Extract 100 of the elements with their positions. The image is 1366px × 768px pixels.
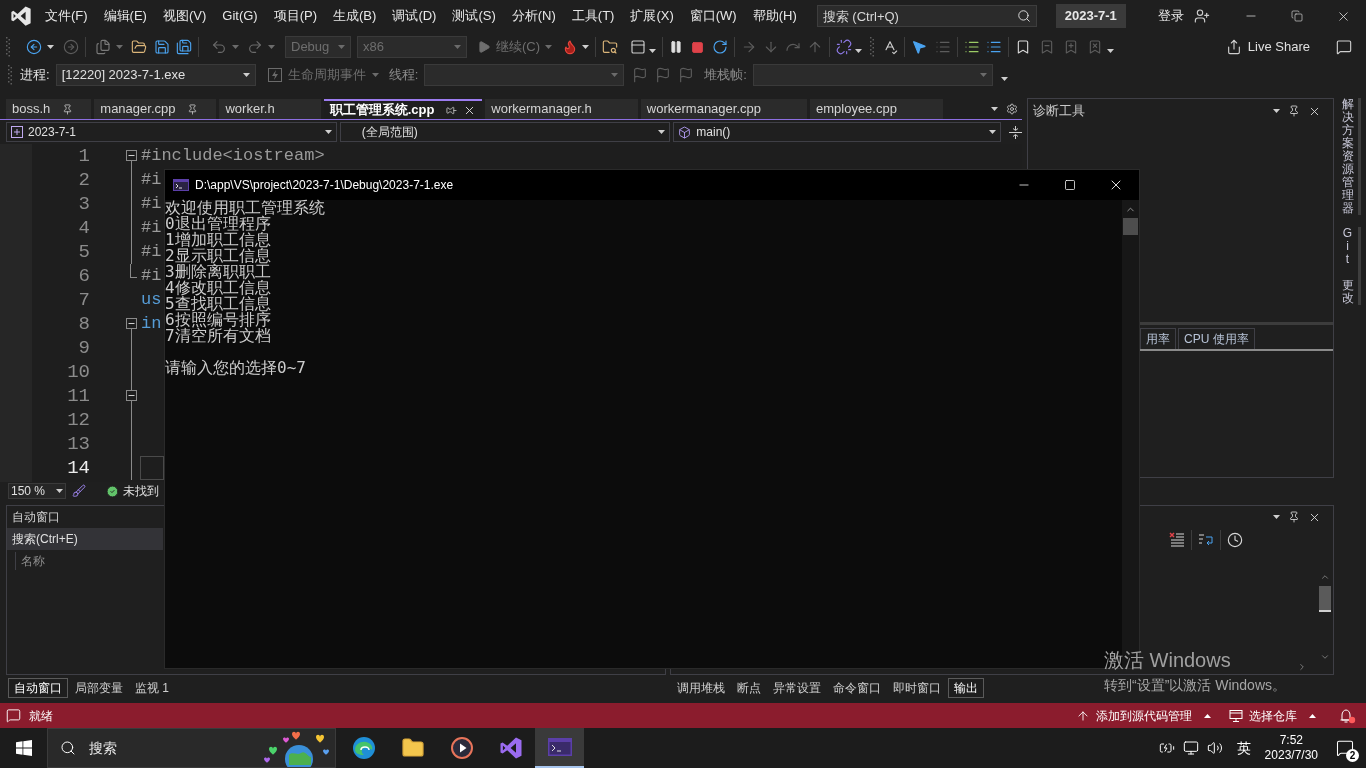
lightning-box-icon[interactable] [267,68,282,82]
document-tab[interactable]: boss.h [6,99,92,119]
word-wrap-icon[interactable] [1198,532,1214,548]
maximize-icon[interactable] [1064,179,1076,191]
folder-search-icon[interactable] [602,39,619,55]
process-dropdown[interactable]: [12220] 2023-7-1.exe [55,64,256,86]
pin-icon[interactable] [446,104,458,116]
source-control-button[interactable]: 添加到源代码管理 [1076,706,1211,725]
speech-bubble-icon[interactable] [1336,39,1352,55]
chevron-up-icon[interactable] [1320,572,1330,582]
clock-time[interactable]: 7:52 [1279,733,1303,748]
caret-icon[interactable] [989,130,996,134]
panel-tab[interactable]: 调用堆栈 [672,678,730,698]
grip-icon[interactable] [8,65,12,85]
monitor-icon[interactable] [1182,740,1199,756]
caret-icon[interactable] [582,45,590,49]
list-x-icon[interactable] [1169,532,1185,548]
search-icon[interactable] [60,740,76,756]
cube-icon[interactable] [678,125,692,139]
document-tab[interactable]: worker.h [219,99,321,119]
letter-check-icon[interactable] [882,39,899,55]
minus-box-icon[interactable] [125,318,137,329]
sign-in-button[interactable]: 登录 [1157,6,1184,26]
brush-icon[interactable] [72,484,86,498]
pin-icon[interactable] [187,103,199,115]
circle-arrow-left-icon[interactable] [26,39,42,55]
repository-button[interactable]: 选择仓库 [1229,706,1316,725]
menu-item[interactable]: 窗口(W) [681,3,745,29]
panel-tab[interactable]: 自动窗口 [8,678,68,698]
open-folder-icon[interactable] [131,39,147,55]
scope-dropdown[interactable]: (全局范围) [339,122,671,142]
settings-icon[interactable] [1006,103,1018,115]
flag-icon[interactable] [655,67,672,83]
taskbar-button[interactable] [535,728,584,768]
zoom-dropdown[interactable]: 150 % [8,483,66,499]
menu-item[interactable]: 工具(T) [563,3,623,29]
logo-icon[interactable] [10,5,32,27]
caret-icon[interactable] [1000,77,1008,81]
caret-icon[interactable] [855,49,863,53]
document-tab[interactable]: employee.cpp [810,99,943,119]
share-icon[interactable] [1225,39,1242,55]
broken-link-icon[interactable] [836,39,853,55]
flag-icon[interactable] [632,67,649,83]
caret-icon[interactable] [56,489,63,493]
panel-tab[interactable]: 输出 [948,678,984,698]
scrollbar-thumb[interactable] [1319,586,1331,612]
document-tab[interactable]: manager.cpp [94,99,217,119]
curved-arrow-left-icon[interactable] [211,39,227,55]
menu-item[interactable]: 扩展(X) [622,3,682,29]
caret-up-icon[interactable] [1309,713,1316,718]
caret-icon[interactable] [658,130,666,134]
pin-icon[interactable] [1288,511,1300,523]
side-tab[interactable]: Git 更改 [1341,227,1361,305]
document-tab[interactable]: 职工管理系统.cpp [323,99,483,119]
arrow-up-icon[interactable] [1076,708,1090,723]
menu-item[interactable]: 文件(F) [37,3,96,29]
project-dropdown[interactable]: 2023-7-1 [6,122,337,142]
pin-icon[interactable] [62,103,74,115]
restore-icon[interactable] [1291,10,1303,22]
input-method-indicator[interactable]: 英 [1236,737,1251,759]
person-plus-icon[interactable] [1193,8,1210,24]
taskbar-search-field[interactable]: 搜索 [47,728,336,768]
menu-item[interactable]: Git(G) [214,3,266,29]
bell-icon[interactable] [1338,707,1356,724]
documents-icon[interactable] [95,39,111,55]
column-header[interactable]: 名称 [15,552,45,570]
panel-tab[interactable]: 局部变量 [70,678,128,698]
live-share-button[interactable]: Live Share [1225,37,1310,57]
square-icon[interactable] [691,40,705,54]
clock-icon[interactable] [1227,532,1243,548]
caret-icon[interactable] [1273,515,1280,519]
pointer-icon[interactable] [911,39,928,55]
menu-item[interactable]: 帮助(H) [744,3,805,29]
caret-icon[interactable] [649,49,657,53]
grip-icon[interactable] [6,37,10,57]
curved-arrow-right-icon[interactable] [247,39,263,55]
circular-arrow-icon[interactable] [712,39,729,55]
menu-item[interactable]: 测试(S) [444,3,504,29]
search-field[interactable]: 搜索(Ctrl+E) [7,528,163,550]
clock-date[interactable]: 2023/7/30 [1264,748,1318,763]
window-icon[interactable] [630,39,647,55]
caret-icon[interactable] [1107,49,1115,53]
check-icon[interactable] [106,484,119,498]
caret-icon[interactable] [991,107,998,111]
menu-item[interactable]: 编辑(E) [95,3,155,29]
battery-icon[interactable] [1158,740,1175,756]
chevron-down-icon[interactable] [1320,652,1330,662]
caret-icon[interactable] [242,73,250,77]
split-icon[interactable] [1009,125,1022,139]
menu-item[interactable]: 项目(P) [265,3,326,29]
play-icon[interactable] [477,40,491,54]
minus-box-icon[interactable] [125,390,137,401]
list-icon[interactable] [964,39,981,55]
member-dropdown[interactable]: main() [673,122,1001,142]
pause-icon[interactable] [669,40,684,54]
caret-icon[interactable] [47,45,54,49]
caret-icon[interactable] [324,130,332,134]
chevron-right-icon[interactable] [1297,662,1307,672]
speaker-icon[interactable] [1206,740,1223,756]
side-tab[interactable]: 解决方案资源管理器 [1341,98,1361,215]
